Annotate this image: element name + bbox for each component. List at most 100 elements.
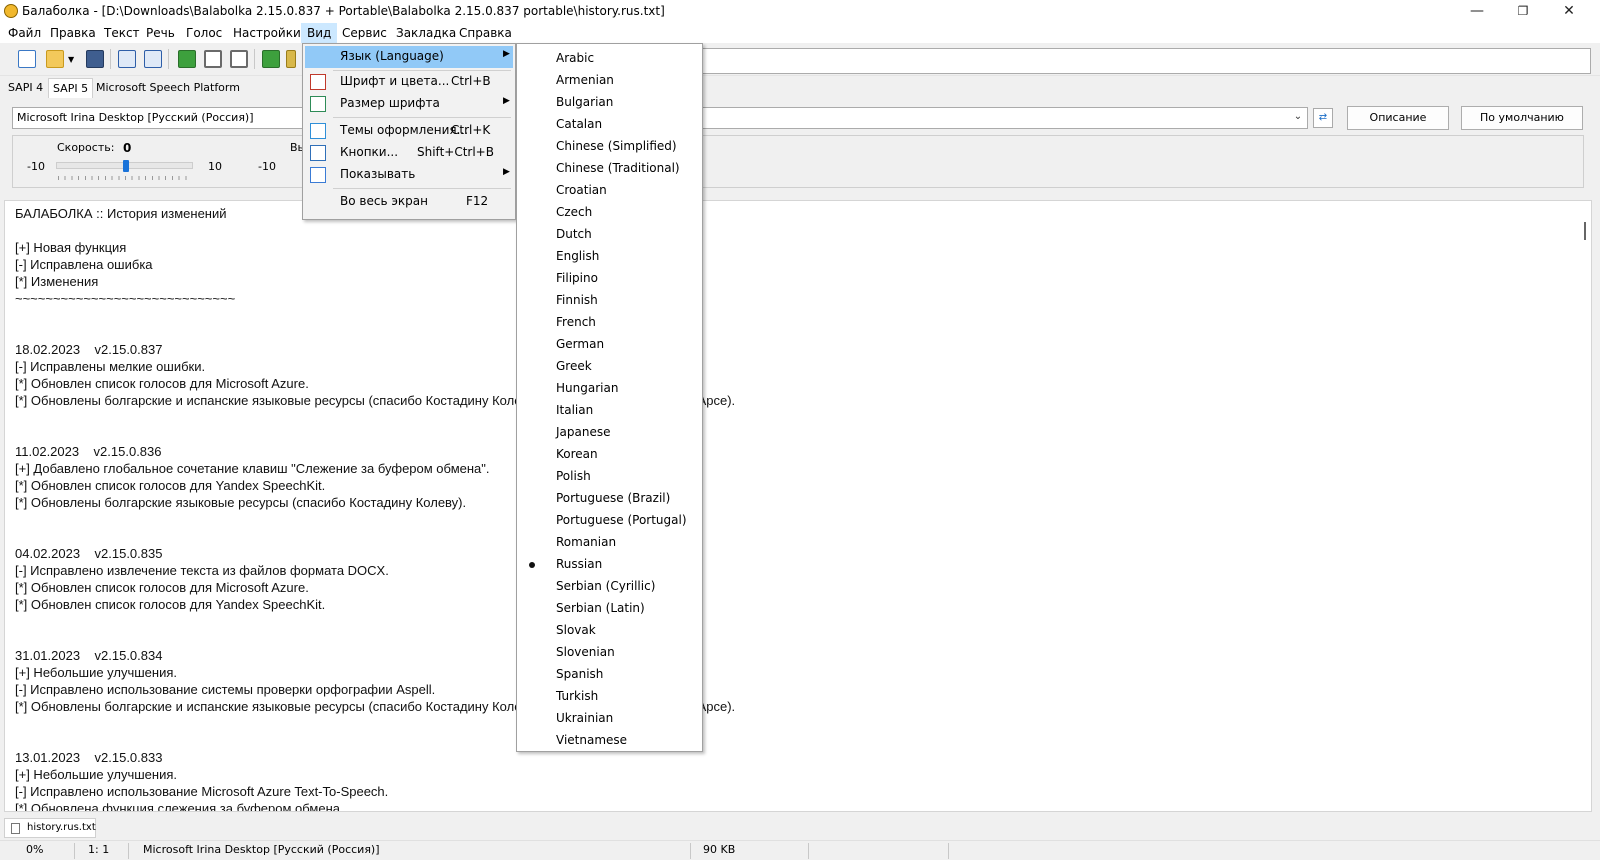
view-menu-item[interactable]: Шрифт и цвета... Ctrl+B	[305, 71, 513, 93]
tab-sapi5[interactable]: SAPI 5	[48, 78, 94, 98]
document-tab[interactable]: history.rus.txt	[4, 818, 96, 838]
editor-scrollbar[interactable]	[1584, 222, 1586, 240]
export-batch-icon[interactable]	[144, 50, 162, 68]
menu-text[interactable]: Текст	[98, 23, 146, 43]
language-item[interactable]: Spanish	[518, 663, 701, 685]
new-document-icon[interactable]	[18, 50, 36, 68]
status-position: 1: 1	[88, 843, 110, 856]
language-item[interactable]: Ukrainian	[518, 707, 701, 729]
editor-line: [-] Исправлено использование Microsoft A…	[15, 784, 389, 799]
menu-speech[interactable]: Речь	[140, 23, 181, 43]
language-item[interactable]: Portuguese (Portugal)	[518, 509, 701, 531]
view-menu-item[interactable]: Показывать ▶	[305, 164, 513, 186]
editor-line: ~~~~~~~~~~~~~~~~~~~~~~~~~~~~~	[15, 291, 236, 306]
minimize-button[interactable]: —	[1454, 0, 1500, 23]
view-menu-item-label: Во весь экран	[340, 194, 428, 208]
menu-service[interactable]: Сервис	[336, 23, 393, 43]
tab-speech-platform[interactable]: Microsoft Speech Platform	[92, 78, 244, 97]
language-item[interactable]: Serbian (Cyrillic)	[518, 575, 701, 597]
language-item[interactable]: Polish	[518, 465, 701, 487]
voice-parameters-panel	[12, 135, 1584, 188]
language-item[interactable]: Finnish	[518, 289, 701, 311]
chevron-down-icon[interactable]: ⌄	[1290, 107, 1306, 129]
open-folder-icon[interactable]	[46, 50, 64, 68]
language-item[interactable]: Japanese	[518, 421, 701, 443]
language-item[interactable]: English	[518, 245, 701, 267]
read-clipboard-icon[interactable]	[262, 50, 280, 68]
menu-help[interactable]: Справка	[453, 23, 518, 43]
editor-line: [-] Исправлено использование системы про…	[15, 682, 436, 697]
language-item-label: English	[556, 249, 600, 263]
toolbar-separator	[254, 49, 255, 69]
stop-icon[interactable]	[230, 50, 248, 68]
menu-file[interactable]: Файл	[2, 23, 47, 43]
editor-line: 13.01.2023 v2.15.0.833	[15, 750, 163, 765]
play-icon[interactable]	[178, 50, 196, 68]
language-item[interactable]: Korean	[518, 443, 701, 465]
language-item[interactable]: Slovenian	[518, 641, 701, 663]
language-item[interactable]: French	[518, 311, 701, 333]
language-item[interactable]: Serbian (Latin)	[518, 597, 701, 619]
language-item[interactable]: Hungarian	[518, 377, 701, 399]
language-item[interactable]: Czech	[518, 201, 701, 223]
submenu-arrow-icon: ▶	[503, 49, 510, 59]
view-menu-item[interactable]: Во весь экран F12	[305, 191, 513, 213]
language-item[interactable]: Dutch	[518, 223, 701, 245]
editor-line: [+] Небольшие улучшения.	[15, 665, 178, 680]
language-item[interactable]: Chinese (Simplified)	[518, 135, 701, 157]
speed-slider-thumb[interactable]	[123, 160, 129, 172]
language-item-label: Serbian (Latin)	[556, 601, 645, 615]
text-editor[interactable]: БАЛАБОЛКА :: История изменений [+] Новая …	[4, 200, 1592, 812]
menu-voice[interactable]: Голос	[180, 23, 228, 43]
editor-line: [-] Исправлена ошибка	[15, 257, 153, 272]
view-menu-item[interactable]: Размер шрифта ▶	[305, 93, 513, 115]
editor-line: [-] Исправлено извлечение текста из файл…	[15, 563, 389, 578]
language-item[interactable]: Turkish	[518, 685, 701, 707]
describe-button[interactable]: Описание	[1347, 106, 1449, 130]
show-panels-icon	[310, 167, 326, 183]
save-icon[interactable]	[86, 50, 104, 68]
language-item[interactable]: Chinese (Traditional)	[518, 157, 701, 179]
language-item-label: Japanese	[556, 425, 611, 439]
language-item[interactable]: Bulgarian	[518, 91, 701, 113]
convert-icon[interactable]	[286, 50, 296, 68]
swap-icon[interactable]: ⇄	[1313, 108, 1333, 128]
language-item[interactable]: Catalan	[518, 113, 701, 135]
editor-line: [-] Исправлены мелкие ошибки.	[15, 359, 206, 374]
language-item[interactable]: Portuguese (Brazil)	[518, 487, 701, 509]
language-item[interactable]: Italian	[518, 399, 701, 421]
language-item[interactable]: Greek	[518, 355, 701, 377]
language-item[interactable]: German	[518, 333, 701, 355]
tab-sapi4[interactable]: SAPI 4	[4, 78, 47, 97]
language-item-label: Bulgarian	[556, 95, 614, 109]
language-item[interactable]: Vietnamese	[518, 729, 701, 751]
search-combo[interactable]	[688, 48, 1591, 74]
language-item[interactable]: Croatian	[518, 179, 701, 201]
pause-icon[interactable]	[204, 50, 222, 68]
font-color-icon	[310, 74, 326, 90]
language-item[interactable]: Slovak	[518, 619, 701, 641]
maximize-button[interactable]: ❐	[1500, 0, 1546, 23]
export-audio-icon[interactable]	[118, 50, 136, 68]
menu-view[interactable]: Вид	[301, 23, 338, 43]
language-item[interactable]: Armenian	[518, 69, 701, 91]
menu-edit[interactable]: Правка	[44, 23, 102, 43]
language-item[interactable]: Russian	[518, 553, 701, 575]
default-button[interactable]: По умолчанию	[1461, 106, 1583, 130]
view-menu-item[interactable]: Язык (Language) ▶	[305, 46, 513, 68]
language-item[interactable]: Arabic	[518, 47, 701, 69]
language-item[interactable]: Filipino	[518, 267, 701, 289]
menu-bookmark[interactable]: Закладка	[390, 23, 462, 43]
language-item[interactable]: Romanian	[518, 531, 701, 553]
editor-line: [+] Добавлено глобальное сочетание клави…	[15, 461, 490, 476]
menu-settings[interactable]: Настройки	[227, 23, 307, 43]
view-menu-item[interactable]: Кнопки... Shift+Ctrl+B	[305, 142, 513, 164]
buttons-icon	[310, 145, 326, 161]
status-size: 90 KB	[703, 843, 736, 856]
dropdown-arrow-icon[interactable]: ▼	[68, 55, 74, 64]
close-button[interactable]: ✕	[1546, 0, 1592, 23]
view-menu-item[interactable]: Темы оформления... Ctrl+K	[305, 120, 513, 142]
